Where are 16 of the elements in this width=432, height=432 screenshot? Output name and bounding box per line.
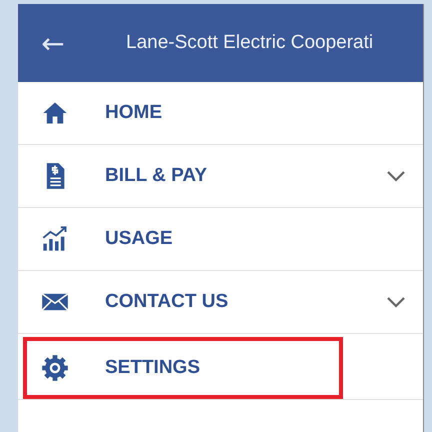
- menu-item[interactable]: USAGE: [23, 208, 343, 270]
- bar-chart-icon: [41, 225, 69, 253]
- chevron-down-icon[interactable]: [386, 296, 406, 308]
- chevron-down-icon[interactable]: [386, 170, 406, 182]
- menu-label: BILL & PAY: [105, 165, 208, 187]
- menu-item[interactable]: CONTACT US: [23, 271, 343, 333]
- menu-item[interactable]: BILL & PAY: [23, 145, 343, 207]
- menu-item[interactable]: SETTINGS: [23, 337, 343, 399]
- menu-label: CONTACT US: [105, 291, 228, 313]
- menu-label: SETTINGS: [105, 357, 200, 379]
- header-title: Lane-Scott Electric Cooperati: [126, 32, 374, 54]
- back-button[interactable]: ←: [38, 26, 68, 60]
- menu-label: USAGE: [105, 228, 173, 250]
- settings-icon: [41, 354, 69, 382]
- menu-label: HOME: [105, 102, 162, 124]
- menu-item[interactable]: HOME: [23, 82, 343, 144]
